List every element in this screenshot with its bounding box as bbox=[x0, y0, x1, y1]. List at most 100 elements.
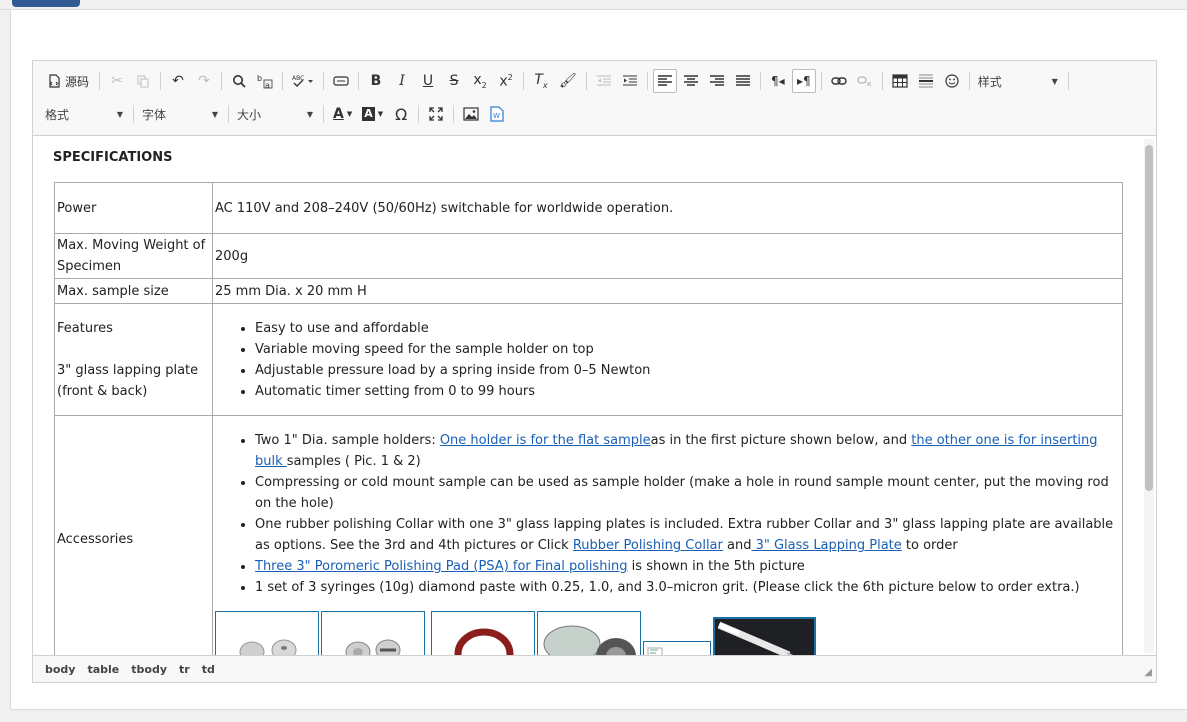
undo-button[interactable]: ↶ bbox=[166, 69, 190, 93]
outdent-button[interactable] bbox=[592, 69, 616, 93]
editor-content-area[interactable]: SPECIFICATIONS Power AC 110V and 208–240… bbox=[33, 136, 1145, 656]
align-left-button[interactable] bbox=[652, 69, 677, 93]
glass-plate-image[interactable] bbox=[537, 611, 641, 656]
subscript-button[interactable]: x2 bbox=[468, 69, 492, 93]
active-tab-indicator[interactable] bbox=[12, 0, 80, 7]
weight-label-cell[interactable]: Max. Moving Weight of Specimen bbox=[54, 233, 213, 279]
indent-button[interactable] bbox=[618, 69, 642, 93]
list-item: Variable moving speed for the sample hol… bbox=[255, 339, 1120, 360]
accessories-label-cell[interactable]: Accessories bbox=[54, 415, 213, 656]
align-center-button[interactable] bbox=[679, 69, 703, 93]
cut-button[interactable]: ✂ bbox=[105, 69, 129, 93]
font-dropdown[interactable]: 字体 ▼ bbox=[138, 102, 224, 126]
sample-holder-image-2[interactable] bbox=[321, 611, 425, 656]
table-icon bbox=[892, 74, 908, 88]
table-row[interactable]: Max. Moving Weight of Specimen 200g bbox=[54, 233, 1123, 279]
path-item-tr[interactable]: tr bbox=[179, 663, 190, 676]
format-dropdown-label: 格式 bbox=[45, 107, 70, 122]
rubber-collar-link[interactable]: Rubber Polishing Collar bbox=[573, 538, 723, 553]
power-label-cell[interactable]: Power bbox=[54, 182, 213, 234]
maximize-button[interactable] bbox=[424, 102, 448, 126]
flat-sample-holder-link[interactable]: One holder is for the flat sample bbox=[440, 433, 651, 448]
table-row[interactable]: Max. sample size 25 mm Dia. x 20 mm H bbox=[54, 278, 1123, 304]
features-label-cell[interactable]: Features 3" glass lapping plate (front &… bbox=[54, 303, 213, 416]
chevron-down-icon: ▼ bbox=[1051, 76, 1058, 86]
remove-format-button[interactable]: Tx bbox=[529, 69, 553, 93]
superscript-icon: x2 bbox=[499, 72, 513, 90]
table-button[interactable] bbox=[888, 69, 912, 93]
special-char-button[interactable]: Ω bbox=[389, 102, 413, 126]
chevron-down-icon: ▼ bbox=[116, 109, 123, 119]
strikethrough-button[interactable]: S bbox=[442, 69, 466, 93]
scrollbar-thumb[interactable] bbox=[1145, 145, 1153, 491]
rubber-collar-image[interactable] bbox=[431, 611, 535, 656]
styles-dropdown[interactable]: 样式 ▼ bbox=[974, 69, 1064, 93]
toolbar-separator bbox=[282, 72, 284, 90]
resize-handle-icon[interactable]: ◢ bbox=[1144, 667, 1152, 678]
list-item: Adjustable pressure load by a spring ins… bbox=[255, 360, 1120, 381]
bold-button[interactable]: B bbox=[364, 69, 388, 93]
sample-holder-image-1[interactable] bbox=[215, 611, 319, 656]
horizontal-rule-icon bbox=[918, 74, 933, 88]
text-direction-rtl-icon: ▸¶ bbox=[796, 74, 811, 88]
polishing-pad-image[interactable] bbox=[643, 641, 711, 656]
font-dropdown-label: 字体 bbox=[142, 107, 167, 122]
align-left-icon bbox=[657, 75, 672, 86]
spellcheck-button[interactable]: ABC bbox=[288, 69, 318, 93]
text-color-button[interactable]: A ▼ bbox=[329, 102, 356, 126]
format-dropdown[interactable]: 格式 ▼ bbox=[41, 102, 129, 126]
link-icon bbox=[831, 77, 847, 85]
italic-button[interactable]: I bbox=[390, 69, 414, 93]
toolbar-separator bbox=[99, 72, 101, 90]
copy-button[interactable] bbox=[131, 69, 155, 93]
replace-button[interactable]: ba bbox=[253, 69, 277, 93]
background-color-button[interactable]: A ▼ bbox=[358, 102, 387, 126]
diamond-paste-image[interactable] bbox=[713, 617, 816, 656]
chevron-down-icon: ▼ bbox=[377, 110, 384, 118]
emoji-button[interactable] bbox=[940, 69, 964, 93]
bold-icon: B bbox=[370, 73, 382, 89]
power-value-cell[interactable]: AC 110V and 208–240V (50/60Hz) switchabl… bbox=[212, 182, 1123, 234]
redo-button[interactable]: ↷ bbox=[192, 69, 216, 93]
table-row[interactable]: Power AC 110V and 208–240V (50/60Hz) swi… bbox=[54, 182, 1123, 234]
source-button[interactable]: 源码 bbox=[42, 69, 94, 93]
toolbar-row-1: 源码 ✂ ↶ ↷ ba ABC B I U S x2 x2 Tx 🖌 ¶◂ ▸¶… bbox=[41, 68, 1073, 94]
toolbar-separator bbox=[221, 72, 223, 90]
features-value-cell[interactable]: Easy to use and affordable Variable movi… bbox=[212, 303, 1123, 416]
find-button[interactable] bbox=[227, 69, 251, 93]
copy-format-button[interactable]: 🖌 bbox=[555, 69, 581, 93]
accessories-value-cell[interactable]: Two 1" Dia. sample holders: One holder i… bbox=[212, 415, 1123, 656]
path-item-td[interactable]: td bbox=[202, 663, 215, 676]
polishing-pad-link[interactable]: Three 3" Poromeric Polishing Pad (PSA) f… bbox=[255, 559, 628, 574]
specifications-heading: SPECIFICATIONS bbox=[53, 150, 173, 165]
size-dropdown[interactable]: 大小 ▼ bbox=[233, 102, 319, 126]
form-field-button[interactable] bbox=[329, 69, 353, 93]
paste-word-button[interactable]: W bbox=[485, 102, 509, 126]
table-row[interactable]: Features 3" glass lapping plate (front &… bbox=[54, 303, 1123, 416]
ltr-direction-button[interactable]: ¶◂ bbox=[766, 69, 790, 93]
justify-button[interactable] bbox=[731, 69, 755, 93]
size-value-cell[interactable]: 25 mm Dia. x 20 mm H bbox=[212, 278, 1123, 304]
align-right-button[interactable] bbox=[705, 69, 729, 93]
rtl-direction-button[interactable]: ▸¶ bbox=[791, 69, 816, 93]
weight-value-cell[interactable]: 200g bbox=[212, 233, 1123, 279]
undo-icon: ↶ bbox=[172, 73, 184, 89]
text: Two 1" Dia. sample holders: bbox=[255, 433, 440, 448]
specifications-table[interactable]: Power AC 110V and 208–240V (50/60Hz) swi… bbox=[54, 182, 1123, 656]
vertical-scrollbar[interactable] bbox=[1144, 139, 1154, 653]
toolbar-separator bbox=[585, 72, 587, 90]
table-row[interactable]: Accessories Two 1" Dia. sample holders: … bbox=[54, 415, 1123, 656]
horizontal-rule-button[interactable] bbox=[914, 69, 938, 93]
path-item-body[interactable]: body bbox=[45, 663, 75, 676]
size-label-cell[interactable]: Max. sample size bbox=[54, 278, 213, 304]
image-button[interactable] bbox=[459, 102, 483, 126]
unlink-button[interactable] bbox=[853, 69, 877, 93]
link-button[interactable] bbox=[827, 69, 851, 93]
path-item-tbody[interactable]: tbody bbox=[131, 663, 167, 676]
underline-button[interactable]: U bbox=[416, 69, 440, 93]
textfield-icon bbox=[333, 76, 349, 86]
path-item-table[interactable]: table bbox=[87, 663, 119, 676]
superscript-button[interactable]: x2 bbox=[494, 69, 518, 93]
toolbar-separator bbox=[323, 105, 324, 123]
glass-lapping-plate-link[interactable]: 3" Glass Lapping Plate bbox=[751, 538, 902, 553]
